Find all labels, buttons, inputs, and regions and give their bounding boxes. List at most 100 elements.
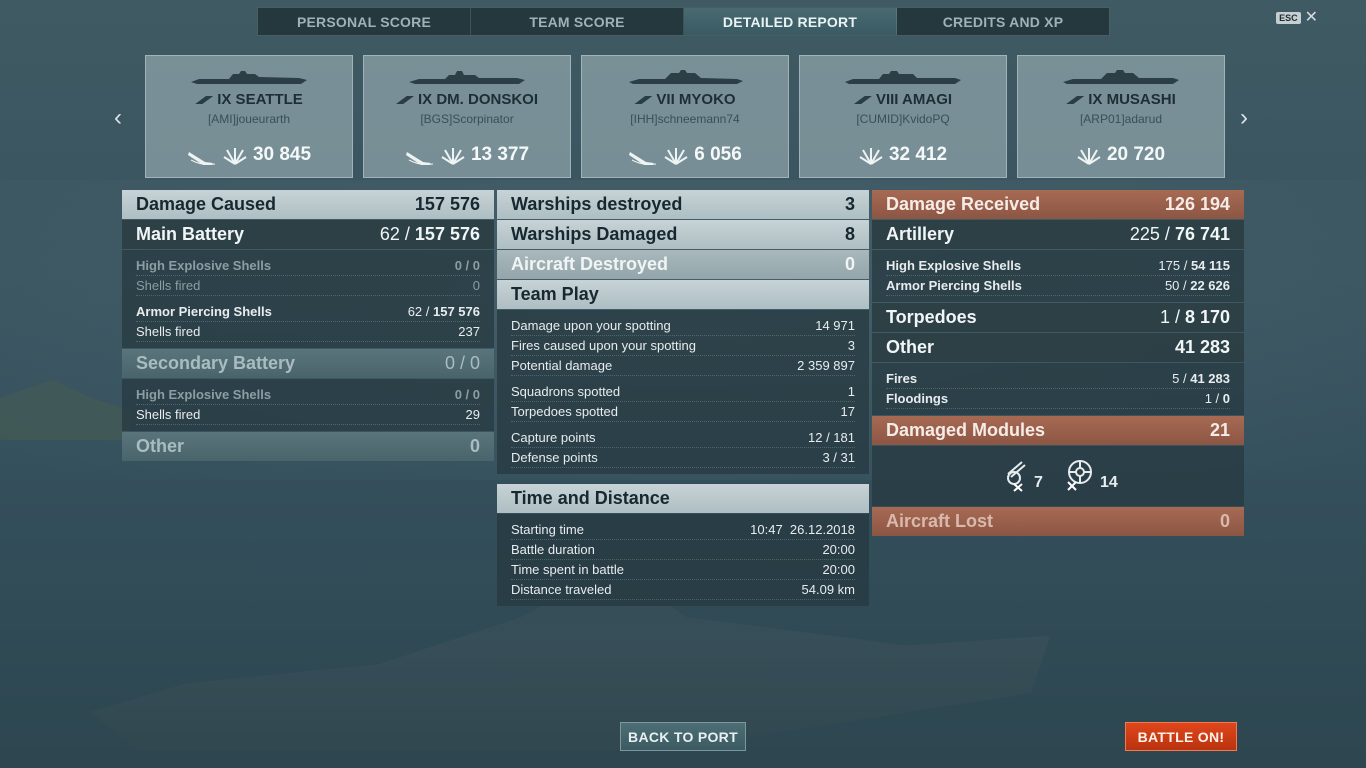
damage-dealt-icon bbox=[1077, 148, 1101, 165]
ship-silhouette-icon bbox=[1063, 70, 1179, 84]
stat-row: Time spent in battle 20:00 bbox=[511, 560, 855, 580]
stat-row: Shells fired 237 bbox=[136, 322, 480, 342]
stat-row: Squadrons spotted 1 bbox=[511, 382, 855, 402]
report-tabs: PERSONAL SCORE TEAM SCORE DETAILED REPOR… bbox=[257, 7, 1110, 36]
damage-dealt-value: 20 720 bbox=[1106, 144, 1166, 165]
ship-name: VII MYOKO bbox=[656, 91, 736, 108]
damage-dealt-icon bbox=[859, 148, 883, 165]
player-name: [ARP01]adarud bbox=[1079, 112, 1163, 126]
ship-class-icon bbox=[1066, 96, 1085, 105]
ship-class-icon bbox=[395, 96, 414, 105]
damage-caused-header: Damage Caused 157 576 bbox=[122, 190, 494, 219]
player-name: [AMI]joueurarth bbox=[207, 112, 291, 126]
artillery-details: High Explosive Shells 175 / 54 115 Armor … bbox=[872, 250, 1244, 302]
ship-class-icon bbox=[195, 96, 214, 105]
ship-name: VIII AMAGI bbox=[875, 91, 953, 108]
module-steering: 14 bbox=[1062, 458, 1118, 492]
stat-row: Battle duration 20:00 bbox=[511, 540, 855, 560]
ship-card[interactable]: IX DM. DONSKOI [BGS]Scorpinator 13 377 bbox=[363, 55, 571, 178]
ship-sunk-icon bbox=[187, 152, 216, 165]
team-play-header: Team Play bbox=[497, 280, 869, 309]
time-distance-details: Starting time 10:47 26.12.2018 Battle dur… bbox=[497, 514, 869, 606]
module-steering-count: 14 bbox=[1100, 474, 1118, 491]
other-received-details: Fires 5 / 41 283 Floodings 1 / 0 bbox=[872, 363, 1244, 415]
secondary-battery-details: High Explosive Shells 0 / 0 Shells fired 2… bbox=[122, 379, 494, 431]
time-distance-header: Time and Distance bbox=[497, 484, 869, 513]
aircraft-destroyed-header: Aircraft Destroyed 0 bbox=[497, 250, 869, 279]
stat-row: Shells fired 0 bbox=[136, 276, 480, 296]
player-name: [IHH]schneemann74 bbox=[630, 112, 740, 126]
stat-row: Fires 5 / 41 283 bbox=[886, 369, 1230, 389]
other-received-header: Other 41 283 bbox=[872, 333, 1244, 362]
stat-row: Armor Piercing Shells 50 / 22 626 bbox=[886, 276, 1230, 296]
stat-row: Defense points 3 / 31 bbox=[511, 448, 855, 468]
stat-row: Capture points 12 / 181 bbox=[511, 428, 855, 448]
tab-personal-score[interactable]: PERSONAL SCORE bbox=[258, 8, 471, 35]
damage-received-panel: Damage Received 126 194 Artillery 225 / 7… bbox=[872, 190, 1244, 537]
damaged-modules-header: Damaged Modules 21 bbox=[872, 416, 1244, 445]
tab-detailed-report[interactable]: DETAILED REPORT bbox=[684, 8, 897, 35]
ship-name: IX DM. DONSKOI bbox=[417, 91, 538, 108]
stat-row: High Explosive Shells 175 / 54 115 bbox=[886, 256, 1230, 276]
stat-row: High Explosive Shells 0 / 0 bbox=[136, 256, 480, 276]
ship-silhouette-icon bbox=[845, 71, 961, 84]
prev-arrow-icon[interactable]: ‹ bbox=[114, 104, 122, 132]
ship-sunk-icon bbox=[405, 152, 434, 165]
tab-team-score[interactable]: TEAM SCORE bbox=[471, 8, 684, 35]
torpedoes-header: Torpedoes 1 / 8 170 bbox=[872, 303, 1244, 332]
ship-card[interactable]: IX SEATTLE [AMI]joueurarth 30 845 bbox=[145, 55, 353, 178]
damage-dealt-icon bbox=[664, 148, 688, 165]
player-name: [BGS]Scorpinator bbox=[420, 112, 514, 126]
stat-row: Damage upon your spotting 14 971 bbox=[511, 316, 855, 336]
back-to-port-button[interactable]: BACK TO PORT bbox=[620, 722, 746, 751]
battle-on-button[interactable]: BATTLE ON! bbox=[1125, 722, 1237, 751]
team-play-details: Damage upon your spotting 14 971 Fires ca… bbox=[497, 310, 869, 474]
ship-name: IX MUSASHI bbox=[1088, 91, 1176, 108]
ship-silhouette-icon bbox=[409, 71, 525, 84]
damage-dealt-value: 30 845 bbox=[252, 144, 312, 165]
warships-destroyed-header: Warships destroyed 3 bbox=[497, 190, 869, 219]
combat-summary-panel: Warships destroyed 3 Warships Damaged 8 Ai… bbox=[497, 190, 869, 607]
gun-turret-icon bbox=[1007, 461, 1026, 492]
close-icon[interactable]: ✕ bbox=[1305, 10, 1318, 26]
stat-row: Torpedoes spotted 17 bbox=[511, 402, 855, 422]
stat-row: Starting time 10:47 26.12.2018 bbox=[511, 520, 855, 540]
stat-row: Potential damage 2 359 897 bbox=[511, 356, 855, 376]
damage-dealt-value: 32 412 bbox=[888, 144, 948, 165]
ship-class-icon bbox=[853, 96, 872, 105]
damage-received-header: Damage Received 126 194 bbox=[872, 190, 1244, 219]
ship-card[interactable]: VIII AMAGI [CUMID]KvidoPQ 32 412 bbox=[799, 55, 1007, 178]
next-arrow-icon[interactable]: › bbox=[1240, 104, 1248, 132]
ship-class-icon bbox=[634, 96, 653, 105]
steering-icon bbox=[1067, 460, 1092, 491]
stat-row: Armor Piercing Shells 62 / 157 576 bbox=[136, 302, 480, 322]
damage-caused-panel: Damage Caused 157 576 Main Battery 62 / … bbox=[122, 190, 494, 462]
player-name: [CUMID]KvidoPQ bbox=[856, 112, 950, 126]
ship-silhouette-icon bbox=[191, 71, 307, 84]
tab-credits-and-xp[interactable]: CREDITS AND XP bbox=[897, 8, 1109, 35]
secondary-battery-header: Secondary Battery 0 / 0 bbox=[122, 349, 494, 378]
damage-dealt-icon bbox=[441, 148, 465, 165]
main-battery-header: Main Battery 62 / 157 576 bbox=[122, 220, 494, 249]
damage-dealt-value: 13 377 bbox=[470, 144, 530, 165]
ship-name: IX SEATTLE bbox=[217, 91, 303, 108]
ship-card[interactable]: IX MUSASHI [ARP01]adarud 20 720 bbox=[1017, 55, 1225, 178]
stat-row: Shells fired 29 bbox=[136, 405, 480, 425]
damaged-modules-list: 7 14 bbox=[872, 446, 1244, 506]
artillery-header: Artillery 225 / 76 741 bbox=[872, 220, 1244, 249]
module-guns-count: 7 bbox=[1034, 474, 1043, 491]
ship-card[interactable]: VII MYOKO [IHH]schneemann74 6 056 bbox=[581, 55, 789, 178]
main-battery-details: High Explosive Shells 0 / 0 Shells fired 0… bbox=[122, 250, 494, 348]
damage-dealt-icon bbox=[223, 148, 247, 165]
warships-damaged-header: Warships Damaged 8 bbox=[497, 220, 869, 249]
module-guns: 7 bbox=[1002, 458, 1043, 492]
destroyed-ships-cards: IX SEATTLE [AMI]joueurarth 30 845 IX DM.… bbox=[145, 55, 1225, 178]
stat-row: Distance traveled 54.09 km bbox=[511, 580, 855, 600]
esc-key-badge: ESC bbox=[1276, 12, 1301, 24]
stat-row: High Explosive Shells 0 / 0 bbox=[136, 385, 480, 405]
aircraft-lost-header: Aircraft Lost 0 bbox=[872, 507, 1244, 536]
other-damage-header: Other 0 bbox=[122, 432, 494, 461]
damage-dealt-value: 6 056 bbox=[694, 144, 742, 165]
ship-silhouette-icon bbox=[629, 70, 743, 84]
close-control[interactable]: ESC ✕ bbox=[1276, 10, 1318, 26]
